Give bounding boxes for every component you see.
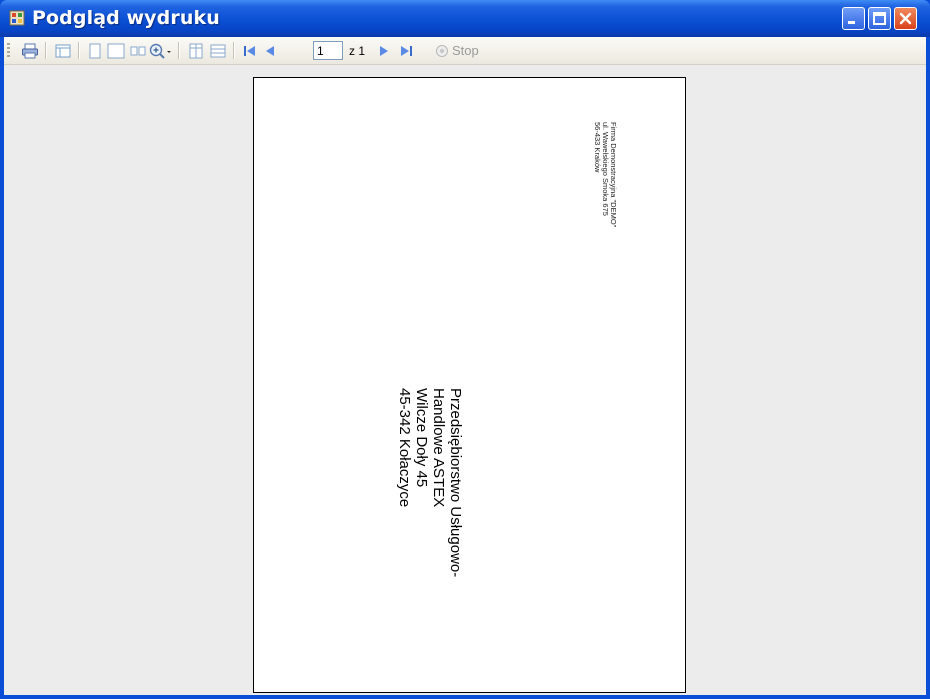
toolbar-separator <box>78 42 80 59</box>
title-bar[interactable]: Podgląd wydruku <box>0 0 930 37</box>
envelope-page: Firma Demonstracyjna "DEMO" ul. Wawelski… <box>253 77 686 693</box>
client-area: z 1 Stop <box>4 37 926 695</box>
toolbar-separator <box>233 42 235 59</box>
next-page-button[interactable] <box>374 41 394 61</box>
zoom-icon <box>149 43 171 59</box>
next-page-icon <box>380 46 388 56</box>
toolbar-separator <box>178 42 180 59</box>
recipient-line: Wilcze Doły 45 <box>413 388 430 488</box>
two-pages-button[interactable] <box>106 41 126 61</box>
columns-button[interactable] <box>186 41 206 61</box>
window-title: Podgląd wydruku <box>32 7 220 29</box>
print-icon <box>22 43 38 59</box>
previous-page-icon <box>266 46 274 56</box>
app-icon <box>9 10 25 26</box>
one-page-button[interactable] <box>85 41 105 61</box>
stop-icon <box>436 45 448 57</box>
print-preview-window: Podgląd wydruku 1 z 1 Stop Firma Demonst… <box>0 0 930 699</box>
maximize-button[interactable] <box>868 7 891 30</box>
recipient-line: 45-342 Kołaczyce <box>396 388 413 508</box>
page-number-input[interactable] <box>313 41 343 60</box>
minimize-button[interactable] <box>842 7 865 30</box>
rows-button[interactable] <box>208 41 228 61</box>
page-setup-button[interactable] <box>53 41 73 61</box>
maximize-icon <box>873 12 886 25</box>
four-pages-button[interactable] <box>128 41 148 61</box>
recipient-line: Handlowe ASTEX <box>430 388 447 508</box>
sender-line: ul. Wawelskiego Smoka 675 <box>601 122 610 216</box>
close-icon <box>899 12 912 25</box>
previous-page-button[interactable] <box>260 41 280 61</box>
two-pages-icon <box>107 43 125 59</box>
one-page-icon <box>89 43 101 59</box>
sender-line: 56-433 Kraków <box>593 122 602 173</box>
zoom-button[interactable] <box>148 41 174 61</box>
toolbar-separator <box>45 42 47 59</box>
rows-icon <box>210 44 226 58</box>
stop-button[interactable] <box>432 41 452 61</box>
close-button[interactable] <box>894 7 917 30</box>
first-page-button[interactable] <box>240 41 260 61</box>
first-page-icon <box>244 46 255 56</box>
stop-label: Stop <box>452 43 479 58</box>
preview-area[interactable]: Firma Demonstracyjna "DEMO" ul. Wawelski… <box>4 65 926 695</box>
minimize-icon <box>848 21 855 24</box>
columns-icon <box>189 43 203 59</box>
four-pages-icon <box>130 46 146 56</box>
recipient-line: Przedsiębiorstwo Usługowo- <box>447 388 464 578</box>
page-count-label: z 1 <box>349 44 366 58</box>
sender-line: Firma Demonstracyjna "DEMO" <box>609 122 618 228</box>
preview-toolbar: z 1 Stop <box>4 37 926 65</box>
page-setup-icon <box>55 44 71 58</box>
last-page-button[interactable] <box>396 41 416 61</box>
last-page-icon <box>401 46 412 56</box>
toolbar-grip[interactable] <box>7 43 10 59</box>
print-button[interactable] <box>20 41 40 61</box>
